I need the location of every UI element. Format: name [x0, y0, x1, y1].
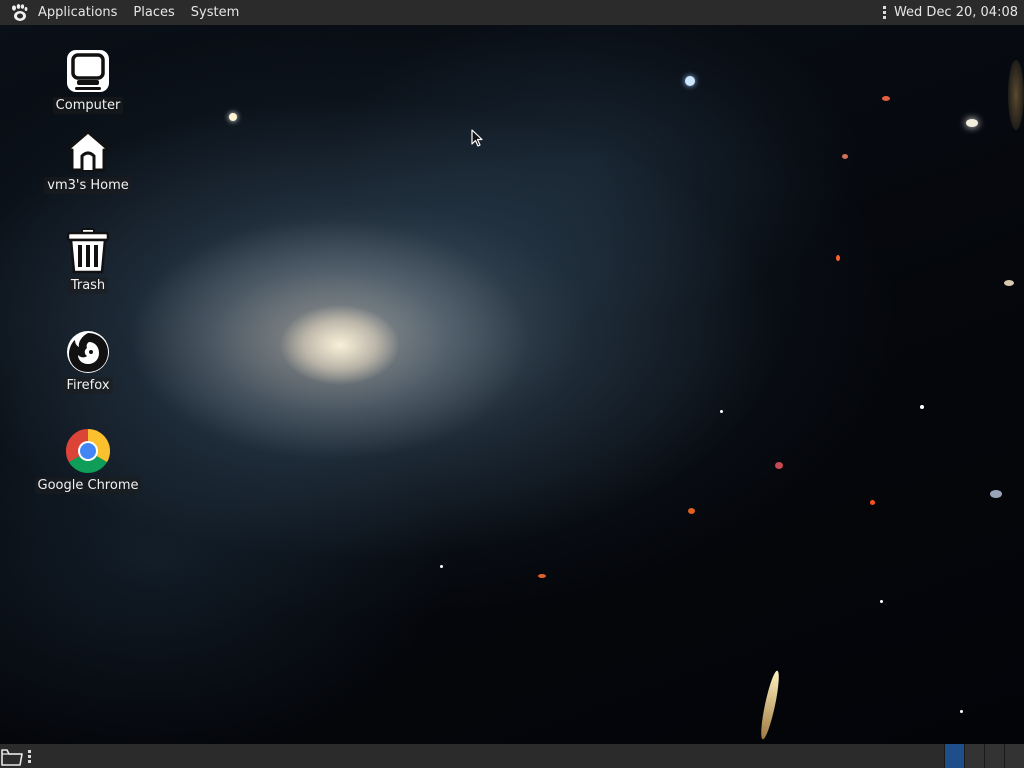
gnome-foot-icon[interactable] — [8, 2, 30, 24]
wallpaper-star — [775, 462, 783, 469]
wallpaper-star — [842, 154, 848, 159]
wallpaper-star — [1008, 60, 1024, 130]
wallpaper-star — [880, 600, 883, 603]
desktop-icon-label: Firefox — [63, 377, 113, 394]
computer-icon — [64, 47, 112, 95]
workspace-1[interactable] — [944, 744, 964, 768]
wallpaper-star — [538, 574, 546, 578]
desktop-icon-firefox[interactable]: Firefox — [33, 327, 143, 394]
wallpaper-star — [229, 113, 237, 121]
wallpaper-star — [882, 96, 890, 101]
workspace-4[interactable] — [1004, 744, 1024, 768]
wallpaper-star — [960, 710, 963, 713]
desktop-icon-trash[interactable]: Trash — [33, 227, 143, 294]
desktop-wallpaper — [0, 0, 1024, 768]
wallpaper-star — [688, 508, 695, 514]
system-menu[interactable]: System — [183, 0, 247, 25]
folder-icon — [1, 749, 23, 766]
top-panel: Applications Places System Wed Dec 20, 0… — [0, 0, 1024, 25]
desktop-icon-label: Google Chrome — [34, 477, 142, 494]
trash-icon — [64, 227, 112, 275]
wallpaper-star — [836, 255, 840, 261]
chrome-icon — [64, 427, 112, 475]
workspace-3[interactable] — [984, 744, 1004, 768]
desktop-icon-computer[interactable]: Computer — [33, 47, 143, 114]
desktop-icon-chrome[interactable]: Google Chrome — [33, 427, 143, 494]
workspace-switcher — [944, 744, 1024, 768]
show-desktop-button[interactable] — [0, 744, 24, 768]
places-menu[interactable]: Places — [125, 0, 182, 25]
wallpaper-star — [1004, 280, 1014, 286]
panel-handle-icon[interactable] — [882, 0, 888, 25]
wallpaper-star — [990, 490, 1002, 498]
panel-handle-icon[interactable] — [26, 744, 32, 768]
wallpaper-star — [920, 405, 924, 409]
wallpaper-star — [870, 500, 875, 505]
wallpaper-star — [440, 565, 443, 568]
top-panel-right: Wed Dec 20, 04:08 — [882, 0, 1024, 25]
clock[interactable]: Wed Dec 20, 04:08 — [894, 0, 1024, 25]
bottom-panel — [0, 744, 1024, 768]
applications-menu[interactable]: Applications — [30, 0, 125, 25]
desktop-icon-label: Trash — [67, 277, 109, 294]
wallpaper-star — [757, 669, 783, 741]
wallpaper-star — [685, 76, 695, 86]
home-folder-icon — [64, 127, 112, 175]
wallpaper-star — [966, 119, 978, 127]
desktop-icon-label: vm3's Home — [44, 177, 132, 194]
firefox-icon — [64, 327, 112, 375]
wallpaper-star — [720, 410, 723, 413]
workspace-2[interactable] — [964, 744, 984, 768]
desktop-icon-home[interactable]: vm3's Home — [33, 127, 143, 194]
desktop-icon-label: Computer — [52, 97, 124, 114]
mouse-cursor-icon — [471, 129, 483, 147]
